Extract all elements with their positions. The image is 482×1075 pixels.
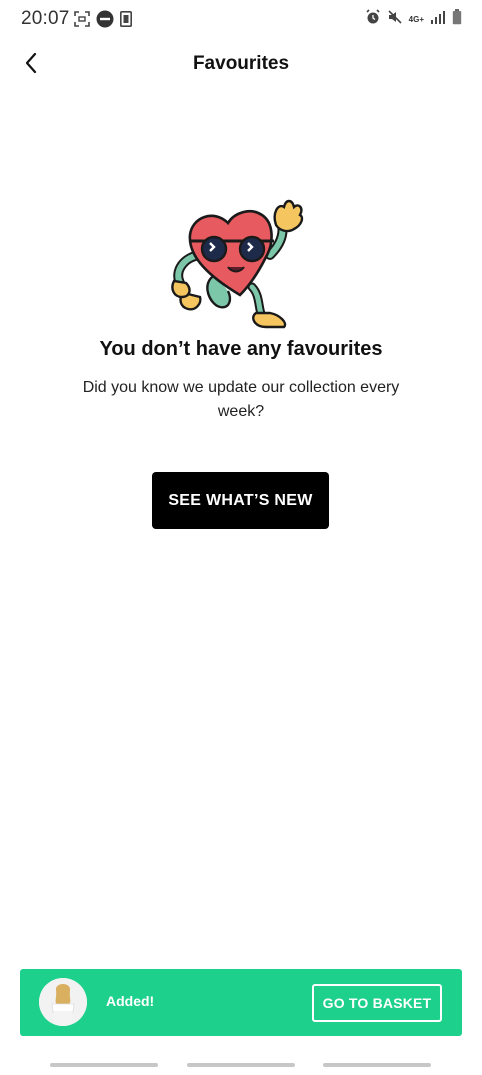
system-nav-bar (0, 1063, 482, 1071)
page-title: Favourites (192, 53, 290, 74)
screenshot-icon (74, 11, 90, 32)
mute-icon (387, 9, 403, 30)
status-right-icons: 4G+ (365, 9, 462, 30)
see-whats-new-button[interactable]: SEE WHAT’S NEW (152, 472, 329, 529)
do-not-disturb-icon (96, 10, 114, 33)
battery-icon (452, 9, 462, 30)
alarm-icon (365, 9, 381, 30)
go-to-basket-button[interactable]: GO TO BASKET (312, 984, 442, 1022)
empty-state-heading: You don’t have any favourites (99, 338, 383, 360)
toast-message: Added! (106, 993, 155, 1009)
added-to-basket-toast: Added! GO TO BASKET (20, 969, 462, 1036)
sim-icon (120, 11, 132, 32)
status-bar: 20:07 4G+ (0, 0, 482, 38)
nav-back-button[interactable] (323, 1063, 431, 1067)
nav-home-button[interactable] (187, 1063, 295, 1067)
product-thumbnail (39, 978, 87, 1026)
network-type: 4G+ (408, 14, 424, 24)
status-time: 20:07 (21, 8, 70, 29)
nav-recents-button[interactable] (50, 1063, 158, 1067)
heart-with-sunglasses-illustration (170, 195, 312, 330)
status-left-icons (74, 10, 132, 33)
header: Favourites (0, 40, 482, 90)
empty-state-body: Did you know we update our collection ev… (82, 379, 400, 420)
signal-icon (430, 10, 446, 29)
